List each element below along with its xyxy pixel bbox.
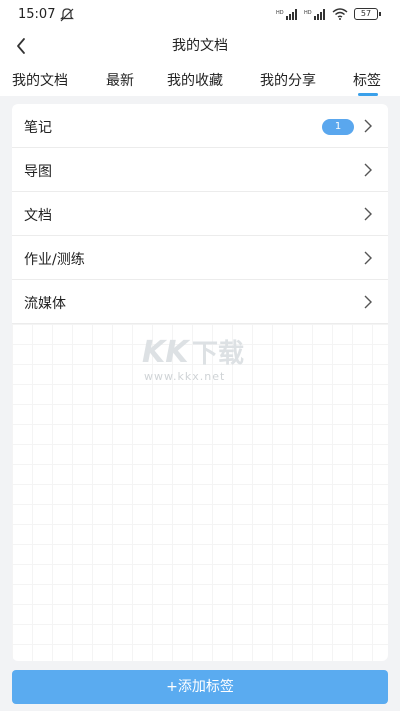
active-tab-indicator (358, 93, 378, 96)
list-item-documents[interactable]: 文档 (12, 192, 388, 236)
tab-bar: 我的文档 最新 我的收藏 我的分享 标签 (0, 70, 400, 96)
list-item-label: 文档 (24, 208, 52, 224)
chevron-right-icon (364, 163, 372, 177)
svg-text:HD: HD (276, 10, 284, 16)
list-item-label: 流媒体 (24, 296, 66, 312)
status-time: 15:07 (18, 7, 56, 22)
chevron-right-icon (364, 207, 372, 221)
count-badge: 1 (322, 119, 354, 135)
tag-list: 笔记 1 导图 文档 作业/测练 流媒体 (12, 104, 388, 661)
list-item-streaming[interactable]: 流媒体 (12, 280, 388, 324)
tab-my-shares[interactable]: 我的分享 (260, 70, 316, 90)
list-item-mindmap[interactable]: 导图 (12, 148, 388, 192)
add-tag-button[interactable]: +添加标签 (12, 670, 388, 704)
wifi-icon (332, 8, 348, 20)
list-item-label: 笔记 (24, 120, 52, 136)
list-item-label: 导图 (24, 164, 52, 180)
tab-my-favorites[interactable]: 我的收藏 (167, 70, 223, 90)
app-header: 我的文档 我的文档 最新 我的收藏 我的分享 标签 (0, 30, 400, 96)
tab-my-documents[interactable]: 我的文档 (12, 70, 68, 90)
svg-text:HD: HD (304, 10, 312, 16)
chevron-right-icon (364, 251, 372, 265)
chevron-right-icon (364, 295, 372, 309)
battery-icon: 57 (354, 8, 381, 20)
chevron-right-icon (364, 119, 372, 133)
list-item-homework[interactable]: 作业/测练 (12, 236, 388, 280)
tab-tags[interactable]: 标签 (353, 70, 381, 90)
notification-mute-icon (60, 8, 74, 22)
signal-icon: HD (276, 9, 297, 20)
system-icons: HD HD 57 (276, 8, 381, 20)
page-title: 我的文档 (172, 38, 228, 54)
list-item-notes[interactable]: 笔记 1 (12, 104, 388, 148)
signal-icon-2: HD (304, 9, 325, 20)
status-bar: 15:07 HD HD 57 (0, 0, 400, 30)
list-item-label: 作业/测练 (24, 252, 85, 268)
tab-latest[interactable]: 最新 (106, 70, 134, 90)
